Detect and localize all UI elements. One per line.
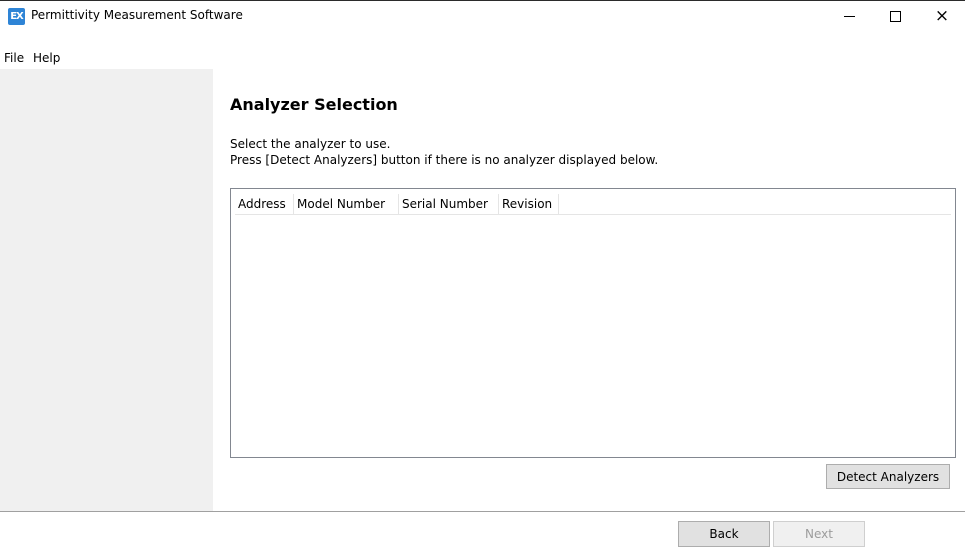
- column-header-model-number[interactable]: Model Number: [294, 194, 399, 214]
- instruction-text-detail: Press [Detect Analyzers] button if there…: [230, 153, 659, 167]
- next-button[interactable]: Next: [773, 521, 865, 547]
- column-header-serial-number[interactable]: Serial Number: [399, 194, 499, 214]
- back-button[interactable]: Back: [678, 521, 770, 547]
- column-header-revision[interactable]: Revision: [499, 194, 559, 214]
- analyzer-list-header: Address Model Number Serial Number Revis…: [235, 194, 951, 215]
- minimize-button[interactable]: [826, 1, 872, 31]
- detect-analyzers-button[interactable]: Detect Analyzers: [826, 464, 950, 489]
- menu-item-file[interactable]: File: [4, 51, 24, 65]
- maximize-icon: [889, 10, 901, 22]
- window-title: Permittivity Measurement Software: [31, 8, 243, 22]
- app-window: EX Permittivity Measurement Software × F…: [0, 0, 965, 548]
- column-header-address[interactable]: Address: [235, 194, 294, 214]
- maximize-button[interactable]: [872, 1, 918, 31]
- menu-item-help[interactable]: Help: [33, 51, 60, 65]
- menu-bar: File Help: [0, 49, 965, 69]
- app-icon: EX: [8, 8, 25, 25]
- minimize-icon: [843, 15, 855, 17]
- close-button[interactable]: ×: [919, 1, 965, 31]
- instruction-text: Select the analyzer to use.: [230, 137, 391, 151]
- close-icon: ×: [934, 5, 950, 26]
- title-bar[interactable]: EX Permittivity Measurement Software ×: [0, 1, 965, 31]
- page-title: Analyzer Selection: [230, 95, 398, 114]
- analyzer-list[interactable]: Address Model Number Serial Number Revis…: [230, 188, 956, 458]
- wizard-sidebar: [0, 69, 213, 511]
